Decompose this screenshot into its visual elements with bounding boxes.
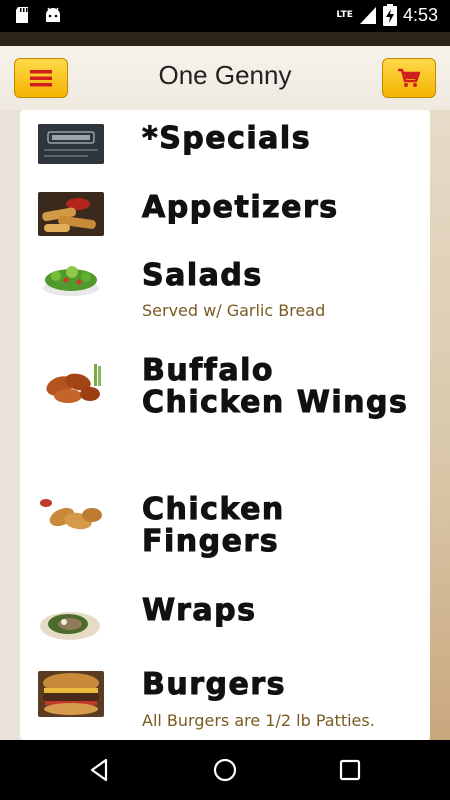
wrap-sandwich-image bbox=[38, 600, 104, 648]
menu-item-wraps[interactable]: Wraps bbox=[20, 594, 430, 665]
chicken-fingers-thumbnail bbox=[38, 495, 104, 539]
chicken-wings-image bbox=[38, 360, 104, 408]
cart-button[interactable] bbox=[382, 58, 436, 98]
menu-item-description: All Burgers are 1/2 lb Patties. bbox=[142, 711, 375, 730]
menu-item-appetizers[interactable]: Appetizers bbox=[20, 180, 430, 250]
menu-item-name: *Specials bbox=[142, 121, 312, 156]
background-left bbox=[0, 110, 20, 740]
menu-item-name: Appetizers bbox=[142, 190, 339, 225]
android-icon bbox=[46, 7, 60, 22]
menu-item-description: Served w/ Garlic Bread bbox=[142, 301, 326, 320]
chalkboard-image bbox=[38, 124, 104, 164]
home-icon[interactable] bbox=[211, 756, 239, 784]
status-bar: LTE 4:53 bbox=[0, 0, 450, 32]
menu-item-chicken-fingers[interactable]: Chicken Fingers bbox=[20, 490, 430, 600]
menu-list: *Specials Appetizers Salads Served w/ Ga… bbox=[20, 110, 430, 740]
menu-item-name: Chicken Fingers bbox=[142, 492, 285, 559]
menu-item-specials[interactable]: *Specials bbox=[20, 110, 430, 180]
battery-charging-icon bbox=[382, 4, 397, 26]
menu-item-burgers[interactable]: Burgers All Burgers are 1/2 lb Patties. bbox=[20, 665, 430, 740]
appetizers-thumbnail bbox=[38, 192, 104, 236]
menu-item-buffalo-chicken-wings[interactable]: Buffalo Chicken Wings bbox=[20, 353, 430, 490]
clock: 4:53 bbox=[402, 4, 438, 25]
signal-icon bbox=[359, 7, 376, 24]
specials-thumbnail bbox=[38, 124, 104, 164]
wraps-thumbnail bbox=[38, 600, 104, 648]
wings-thumbnail bbox=[38, 360, 104, 408]
menu-item-name: Salads bbox=[142, 258, 263, 293]
header-band bbox=[0, 32, 450, 46]
background-right bbox=[430, 110, 450, 740]
menu-item-name: Burgers bbox=[142, 667, 286, 702]
salads-thumbnail bbox=[38, 260, 104, 300]
menu-item-name: Wraps bbox=[142, 593, 257, 628]
shopping-cart-icon bbox=[398, 68, 420, 87]
mozzarella-sticks-image bbox=[38, 192, 104, 236]
burgers-thumbnail bbox=[38, 671, 104, 717]
back-icon[interactable] bbox=[86, 756, 114, 784]
navigation-bar bbox=[0, 740, 450, 800]
chicken-fingers-image bbox=[38, 495, 104, 539]
app-bar: One Genny bbox=[0, 46, 450, 110]
menu-item-salads[interactable]: Salads Served w/ Garlic Bread bbox=[20, 250, 430, 355]
recents-icon[interactable] bbox=[336, 756, 364, 784]
burger-image bbox=[38, 671, 104, 717]
salad-bowl-image bbox=[38, 260, 104, 300]
sd-card-icon bbox=[16, 7, 28, 23]
network-type: LTE bbox=[336, 9, 353, 20]
menu-item-name: Buffalo Chicken Wings bbox=[142, 353, 409, 420]
